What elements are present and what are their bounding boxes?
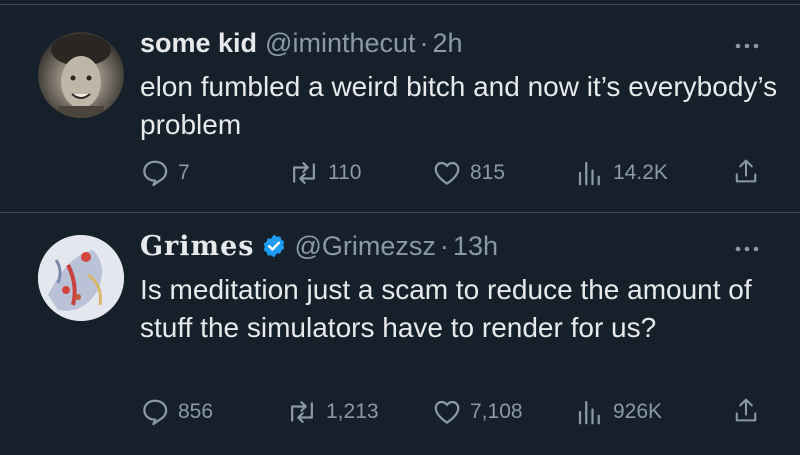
tweet-header: Grimes @Grimezsz · 13h	[140, 231, 498, 266]
avatar[interactable]	[38, 32, 124, 118]
avatar-photo	[51, 34, 111, 118]
like-button[interactable]: 7,108	[432, 397, 523, 427]
share-icon	[735, 159, 757, 183]
display-name[interactable]: some kid	[140, 28, 257, 58]
share-button[interactable]	[732, 395, 760, 425]
separator-dot: ·	[419, 28, 429, 58]
views-bar-chart-icon	[578, 400, 600, 425]
share-button[interactable]	[732, 156, 760, 186]
handle[interactable]: @iminthecut	[265, 28, 415, 58]
verified-badge-icon	[261, 233, 287, 266]
like-count: 815	[470, 161, 506, 184]
more-options-icon[interactable]	[734, 233, 760, 259]
handle[interactable]: @Grimezsz	[295, 231, 436, 261]
repost-icon	[291, 401, 313, 423]
views-bar-chart-icon	[578, 161, 600, 186]
reply-count: 7	[178, 161, 190, 184]
repost-button[interactable]: 1,213	[286, 397, 379, 427]
separator-dot: ·	[439, 231, 449, 261]
reply-icon	[143, 160, 168, 187]
like-button[interactable]: 815	[432, 158, 505, 188]
more-options-icon[interactable]	[734, 30, 760, 56]
tweet-text: Is meditation just a scam to reduce the …	[140, 274, 752, 343]
heart-icon	[434, 400, 460, 424]
reply-count: 856	[178, 400, 214, 423]
reply-button[interactable]: 856	[140, 397, 213, 427]
reply-icon	[143, 399, 168, 426]
like-count: 7,108	[470, 400, 523, 423]
repost-count: 110	[328, 161, 362, 184]
reply-button[interactable]: 7	[140, 158, 190, 188]
action-bar: 7 110 815 14.2K	[0, 154, 800, 194]
tweet-text: elon fumbled a weird bitch and now it’s …	[140, 71, 778, 140]
repost-button[interactable]: 110	[288, 158, 361, 188]
share-icon	[735, 398, 757, 422]
avatar-artwork	[38, 235, 124, 321]
timestamp[interactable]: 13h	[453, 231, 498, 261]
heart-icon	[434, 161, 460, 185]
action-bar: 856 1,213 7,108 926K	[0, 393, 800, 433]
tweet-1[interactable]: some kid @iminthecut · 2h elon fumbled a we…	[0, 0, 800, 212]
tweet-header: some kid @iminthecut · 2h	[140, 28, 463, 59]
repost-count: 1,213	[326, 400, 379, 423]
tweet-2[interactable]: Grimes @Grimezsz · 13h Is meditation just a…	[0, 213, 800, 455]
repost-icon	[293, 162, 315, 184]
avatar[interactable]	[38, 235, 124, 321]
display-name[interactable]: Grimes	[140, 231, 255, 262]
views-button[interactable]: 14.2K	[575, 158, 668, 188]
views-count: 926K	[613, 400, 663, 423]
views-count: 14.2K	[613, 161, 668, 184]
timestamp[interactable]: 2h	[433, 28, 463, 58]
views-button[interactable]: 926K	[575, 397, 662, 427]
